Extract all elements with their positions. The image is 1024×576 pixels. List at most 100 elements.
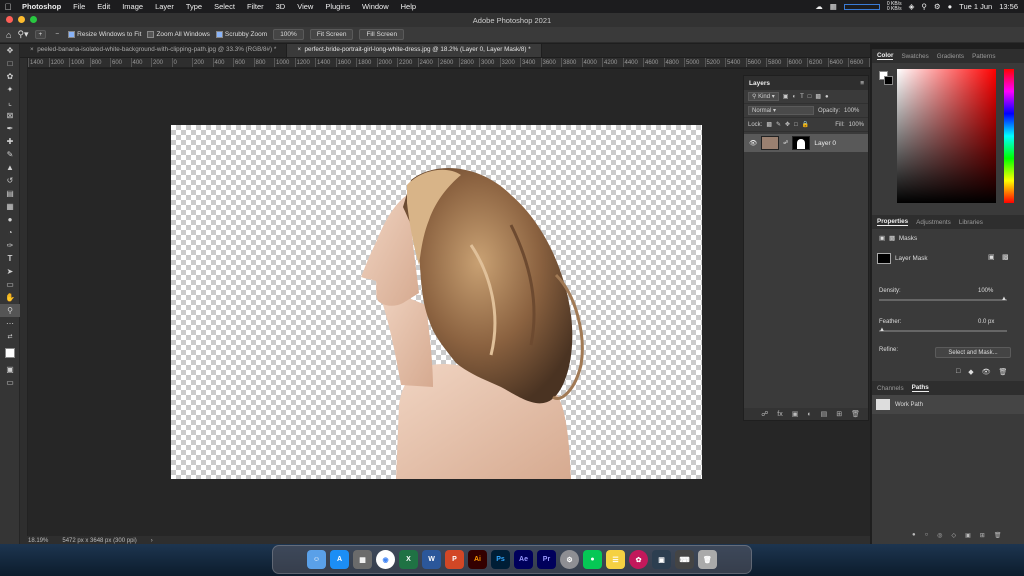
mask-path-icon[interactable]: ▣	[965, 532, 971, 539]
swap-colors-icon[interactable]: ⇄	[0, 330, 20, 343]
opacity-value[interactable]: 100%	[844, 108, 859, 114]
vertical-ruler[interactable]	[20, 58, 28, 536]
delete-mask-icon[interactable]: 🗑	[999, 368, 1008, 376]
quick-mask-icon[interactable]: ▣	[0, 363, 20, 376]
path-select-tool-icon[interactable]: ➤	[0, 265, 20, 278]
fill-screen-button[interactable]: Fill Screen	[359, 29, 405, 40]
background-swatch[interactable]	[884, 76, 893, 85]
add-vector-mask-icon[interactable]: ▩	[1002, 253, 1009, 261]
resize-windows-checkbox[interactable]: Resize Windows to Fit	[68, 30, 141, 38]
keyboard-icon[interactable]: ⌨	[675, 550, 694, 569]
frame-tool-icon[interactable]: ⊠	[0, 109, 20, 122]
control-center-icon[interactable]: ⚙	[934, 2, 941, 11]
screen-mode-icon[interactable]: ▭	[0, 376, 20, 389]
feather-handle-icon[interactable]: ▲	[879, 327, 885, 333]
trash-icon[interactable]: 🗑	[851, 410, 860, 418]
tab-bride-doc[interactable]: × perfect-bride-portrait-girl-long-white…	[287, 44, 542, 57]
word-icon[interactable]: W	[422, 550, 441, 569]
launchpad-icon[interactable]: ▦	[353, 550, 372, 569]
menubar-time[interactable]: 13:56	[999, 2, 1018, 11]
group-icon[interactable]: ▤	[821, 410, 828, 418]
feather-value[interactable]: 0.0 px	[978, 319, 994, 325]
filter-smart-icon[interactable]: ▩	[815, 93, 821, 100]
menu-layer[interactable]: Layer	[149, 2, 180, 11]
tab-patterns[interactable]: Patterns	[972, 53, 995, 60]
zoom-tool-icon[interactable]: ⚲▾	[17, 29, 28, 40]
tab-color[interactable]: Color	[877, 52, 894, 60]
tab-libraries[interactable]: Libraries	[959, 219, 983, 226]
lock-all-icon[interactable]: 🔒	[802, 121, 809, 128]
blend-mode-select[interactable]: Normal ▾	[748, 106, 814, 115]
pen-tool-icon[interactable]: ✑	[0, 239, 20, 252]
layer-kind-select[interactable]: ⚲ Kind ▾	[748, 92, 779, 101]
path-row[interactable]: Work Path	[872, 395, 1024, 414]
menu-file[interactable]: File	[67, 2, 91, 11]
menu-type[interactable]: Type	[180, 2, 208, 11]
notes-icon[interactable]: ☰	[606, 550, 625, 569]
link-layers-icon[interactable]: ☍	[761, 410, 768, 418]
menu-app[interactable]: Photoshop	[16, 2, 67, 11]
home-icon[interactable]: ⌂	[6, 30, 11, 40]
tab-properties[interactable]: Properties	[877, 218, 909, 226]
blur-tool-icon[interactable]: ●	[0, 213, 20, 226]
hand-tool-icon[interactable]: ✋	[0, 291, 20, 304]
wifi-icon[interactable]: ◈	[909, 2, 915, 11]
tab-banana-doc[interactable]: × peeled-banana-isolated-white-backgroun…	[20, 44, 288, 57]
menubar-date[interactable]: Tue 1 Jun	[959, 2, 992, 11]
zoom-all-checkbox[interactable]: Zoom All Windows	[147, 30, 210, 38]
tab-paths[interactable]: Paths	[911, 384, 929, 392]
menu-select[interactable]: Select	[208, 2, 241, 11]
lasso-tool-icon[interactable]: ✿	[0, 70, 20, 83]
filter-shape-icon[interactable]: □	[808, 94, 812, 100]
healing-tool-icon[interactable]: ✚	[0, 135, 20, 148]
stroke-path-icon[interactable]: ○	[925, 532, 929, 539]
eyedropper-tool-icon[interactable]: ✒	[0, 122, 20, 135]
flower-app-icon[interactable]: ✿	[629, 550, 648, 569]
make-path-icon[interactable]: ◇	[952, 532, 957, 539]
system-preferences-icon[interactable]: ⚙	[560, 550, 579, 569]
excel-icon[interactable]: X	[399, 550, 418, 569]
tab-adjustments[interactable]: Adjustments	[916, 219, 951, 226]
finder-icon[interactable]: ☺	[307, 550, 326, 569]
load-selection-icon[interactable]: □	[956, 368, 960, 376]
color-picker-field[interactable]	[897, 69, 996, 203]
new-path-icon[interactable]: ⊞	[980, 532, 985, 539]
feather-slider[interactable]: ▲	[879, 327, 1007, 333]
fit-screen-button[interactable]: Fit Screen	[309, 29, 354, 40]
status-doc-info[interactable]: 5472 px x 3648 px (300 ppi)	[62, 538, 136, 544]
layer-thumbnail[interactable]	[761, 136, 780, 150]
select-pixel-mask-icon[interactable]: ▣	[988, 253, 995, 261]
document-canvas[interactable]	[171, 125, 702, 479]
siri-icon[interactable]: ●	[948, 2, 953, 11]
filter-adjust-icon[interactable]: ◐	[792, 94, 796, 100]
tab-channels[interactable]: Channels	[877, 385, 904, 392]
new-layer-icon[interactable]: ⊞	[836, 410, 842, 418]
after-effects-icon[interactable]: Ae	[514, 550, 533, 569]
lock-artboard-icon[interactable]: □	[794, 122, 798, 128]
load-path-icon[interactable]: ◎	[937, 532, 942, 539]
type-tool-icon[interactable]: T	[0, 252, 20, 265]
status-zoom[interactable]: 18.19%	[28, 538, 48, 544]
density-handle-icon[interactable]: ▲	[1001, 296, 1007, 302]
status-arrow-icon[interactable]: ›	[151, 538, 153, 544]
apply-mask-icon[interactable]: ◆	[968, 368, 973, 376]
move-tool-icon[interactable]: ✥	[0, 44, 20, 57]
shape-tool-icon[interactable]: ▭	[0, 278, 20, 291]
disable-mask-icon[interactable]: 👁	[982, 368, 991, 376]
quick-select-tool-icon[interactable]: ✦	[0, 83, 20, 96]
menu-view[interactable]: View	[291, 2, 319, 11]
filter-toggle-icon[interactable]: ●	[825, 94, 829, 100]
dodge-tool-icon[interactable]: ◔	[0, 226, 20, 239]
select-and-mask-button[interactable]: Select and Mask...	[935, 347, 1011, 358]
fx-icon[interactable]: fx	[777, 411, 782, 418]
filter-type-icon[interactable]: T	[800, 94, 804, 100]
menu-image[interactable]: Image	[116, 2, 149, 11]
menu-3d[interactable]: 3D	[270, 2, 292, 11]
grid-icon[interactable]: ▦	[830, 2, 837, 11]
menu-edit[interactable]: Edit	[91, 2, 116, 11]
scrubby-zoom-checkbox[interactable]: Scrubby Zoom	[215, 30, 267, 38]
zoom-out-icon[interactable]: −	[52, 31, 62, 38]
brush-tool-icon[interactable]: ✎	[0, 148, 20, 161]
gradient-tool-icon[interactable]: ▦	[0, 200, 20, 213]
history-brush-icon[interactable]: ↺	[0, 174, 20, 187]
